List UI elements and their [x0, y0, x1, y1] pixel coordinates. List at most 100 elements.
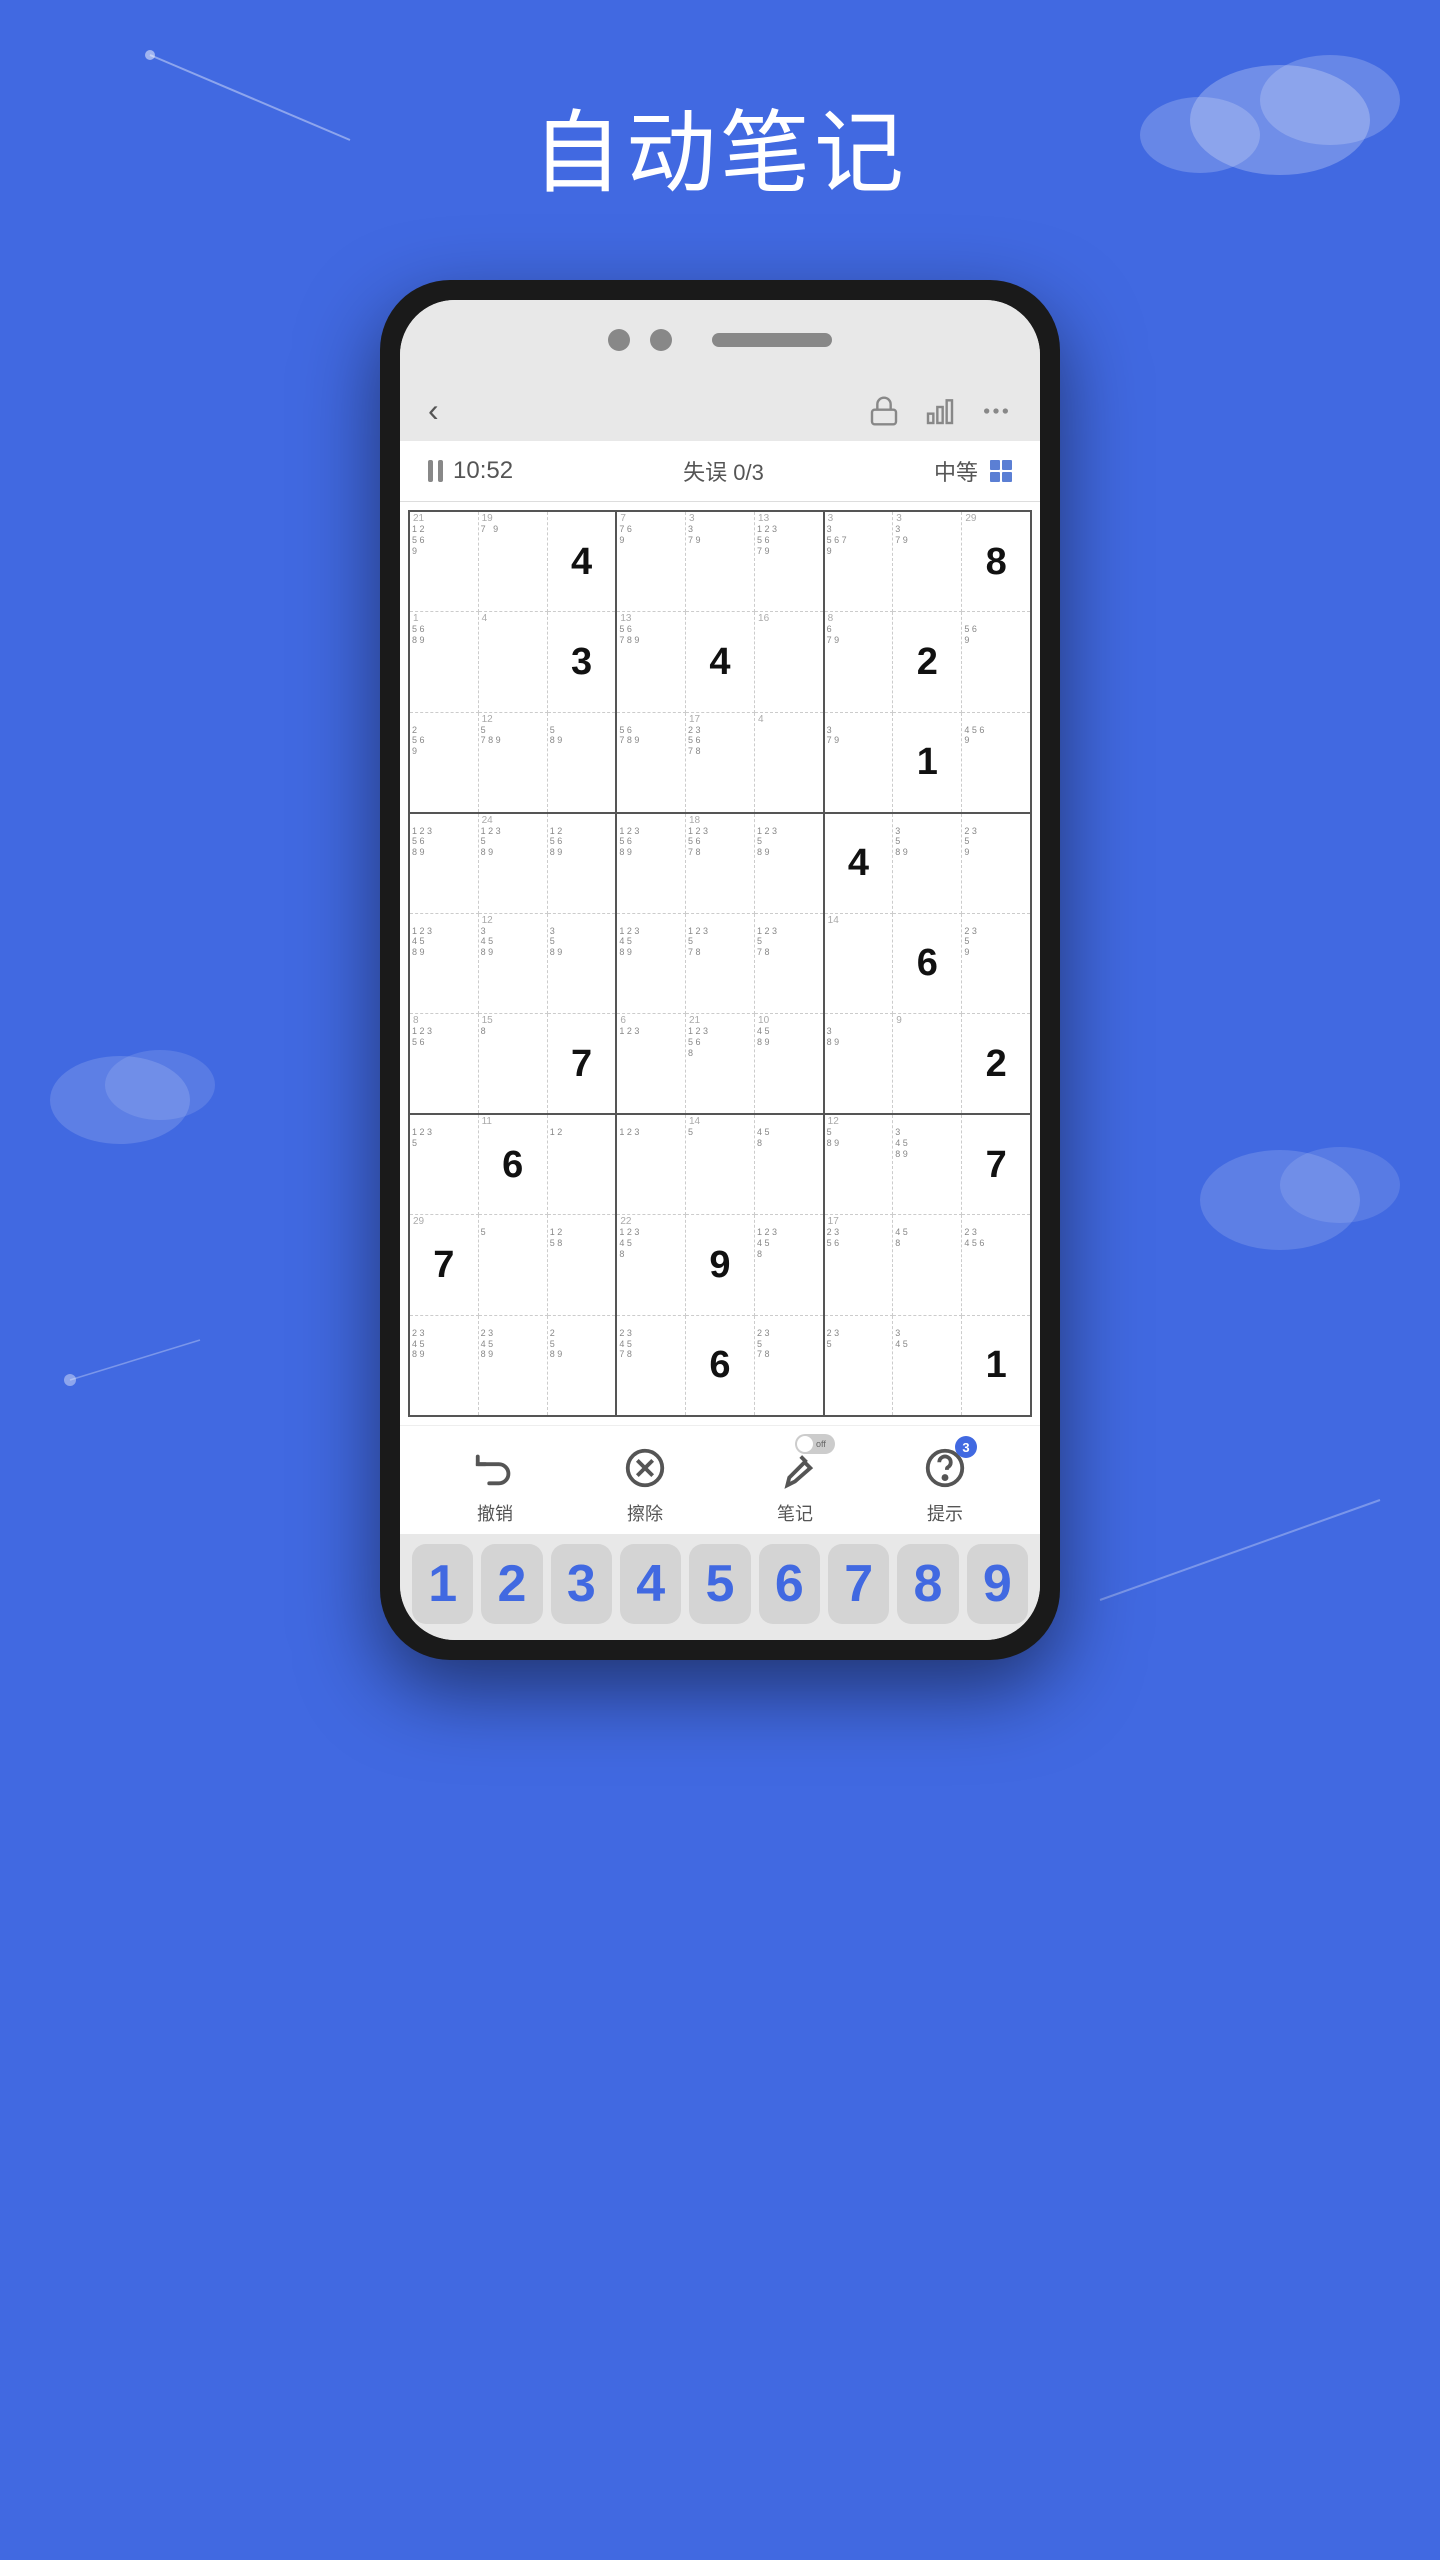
sudoku-cell-5-0[interactable]: 81 2 3 5 6 — [409, 1014, 478, 1115]
sudoku-cell-0-4[interactable]: 33 7 9 — [685, 511, 754, 612]
sudoku-cell-2-7[interactable]: 1 — [893, 712, 962, 813]
hints-button[interactable]: 3 提示 — [919, 1442, 971, 1526]
sudoku-cell-1-3[interactable]: 135 6 7 8 9 — [616, 612, 685, 713]
sudoku-cell-8-8[interactable]: 1 — [962, 1315, 1031, 1416]
num-btn-9[interactable]: 9 — [967, 1544, 1028, 1624]
sudoku-cell-8-2[interactable]: 2 5 8 9 — [547, 1315, 616, 1416]
sudoku-cell-0-2[interactable]: 4 — [547, 511, 616, 612]
sudoku-cell-1-1[interactable]: 4 — [478, 612, 547, 713]
sudoku-cell-6-5[interactable]: 4 5 8 — [755, 1114, 824, 1215]
num-btn-4[interactable]: 4 — [620, 1544, 681, 1624]
sudoku-cell-4-7[interactable]: 6 — [893, 913, 962, 1014]
sudoku-cell-2-2[interactable]: 5 8 9 — [547, 712, 616, 813]
sudoku-cell-7-2[interactable]: 1 2 5 8 — [547, 1215, 616, 1316]
num-btn-7[interactable]: 7 — [828, 1544, 889, 1624]
sudoku-cell-3-8[interactable]: 2 3 5 9 — [962, 813, 1031, 914]
pause-icon[interactable] — [428, 460, 443, 482]
num-btn-3[interactable]: 3 — [551, 1544, 612, 1624]
sudoku-cell-8-5[interactable]: 2 3 5 7 8 — [755, 1315, 824, 1416]
sudoku-cell-4-2[interactable]: 3 5 8 9 — [547, 913, 616, 1014]
sudoku-cell-3-0[interactable]: 1 2 3 5 6 8 9 — [409, 813, 478, 914]
sudoku-cell-1-7[interactable]: 2 — [893, 612, 962, 713]
sudoku-cell-3-5[interactable]: 1 2 3 5 8 9 — [755, 813, 824, 914]
sudoku-cell-5-8[interactable]: 2 — [962, 1014, 1031, 1115]
sudoku-cell-5-6[interactable]: 3 8 9 — [824, 1014, 893, 1115]
sudoku-cell-2-5[interactable]: 4 — [755, 712, 824, 813]
sudoku-cell-2-8[interactable]: 4 5 6 9 — [962, 712, 1031, 813]
sudoku-cell-8-0[interactable]: 2 3 4 5 8 9 — [409, 1315, 478, 1416]
sudoku-cell-0-3[interactable]: 77 6 9 — [616, 511, 685, 612]
sudoku-cell-2-1[interactable]: 125 7 8 9 — [478, 712, 547, 813]
sudoku-cell-8-1[interactable]: 2 3 4 5 8 9 — [478, 1315, 547, 1416]
sudoku-cell-4-5[interactable]: 1 2 3 5 7 8 — [755, 913, 824, 1014]
sudoku-cell-6-6[interactable]: 125 8 9 — [824, 1114, 893, 1215]
sudoku-cell-2-4[interactable]: 172 3 5 6 7 8 — [685, 712, 754, 813]
sudoku-cell-0-7[interactable]: 33 7 9 — [893, 511, 962, 612]
sudoku-cell-4-8[interactable]: 2 3 5 9 — [962, 913, 1031, 1014]
sudoku-cell-5-4[interactable]: 211 2 3 5 6 8 — [685, 1014, 754, 1115]
sudoku-cell-6-0[interactable]: 1 2 3 5 — [409, 1114, 478, 1215]
sudoku-cell-8-6[interactable]: 2 3 5 — [824, 1315, 893, 1416]
sudoku-cell-7-7[interactable]: 4 5 8 — [893, 1215, 962, 1316]
num-btn-6[interactable]: 6 — [759, 1544, 820, 1624]
notes-button[interactable]: off 笔记 — [769, 1442, 821, 1526]
sudoku-cell-5-7[interactable]: 9 — [893, 1014, 962, 1115]
sudoku-cell-6-4[interactable]: 145 — [685, 1114, 754, 1215]
sudoku-cell-1-2[interactable]: 3 — [547, 612, 616, 713]
sudoku-cell-4-4[interactable]: 1 2 3 5 7 8 — [685, 913, 754, 1014]
sudoku-cell-5-3[interactable]: 61 2 3 — [616, 1014, 685, 1115]
sudoku-cell-4-6[interactable]: 14 — [824, 913, 893, 1014]
sudoku-cell-4-3[interactable]: 1 2 3 4 5 8 9 — [616, 913, 685, 1014]
sudoku-cell-6-7[interactable]: 3 4 5 8 9 — [893, 1114, 962, 1215]
sudoku-cell-5-2[interactable]: 7 — [547, 1014, 616, 1115]
sudoku-cell-3-6[interactable]: 4 — [824, 813, 893, 914]
num-btn-1[interactable]: 1 — [412, 1544, 473, 1624]
sudoku-cell-5-1[interactable]: 158 — [478, 1014, 547, 1115]
sudoku-cell-3-3[interactable]: 1 2 3 5 6 8 9 — [616, 813, 685, 914]
sudoku-cell-2-6[interactable]: 3 7 9 — [824, 712, 893, 813]
sudoku-cell-8-3[interactable]: 2 3 4 5 7 8 — [616, 1315, 685, 1416]
back-button[interactable]: ‹ — [428, 392, 439, 429]
sudoku-cell-2-3[interactable]: 5 6 7 8 9 — [616, 712, 685, 813]
more-icon[interactable] — [980, 395, 1012, 427]
sudoku-cell-0-6[interactable]: 33 5 6 7 9 — [824, 511, 893, 612]
sudoku-cell-6-8[interactable]: 7 — [962, 1114, 1031, 1215]
sudoku-cell-3-7[interactable]: 3 5 8 9 — [893, 813, 962, 914]
sudoku-cell-7-5[interactable]: 1 2 3 4 5 8 — [755, 1215, 824, 1316]
sudoku-cell-3-1[interactable]: 241 2 3 5 8 9 — [478, 813, 547, 914]
undo-button[interactable]: 撤销 — [469, 1442, 521, 1526]
sudoku-cell-1-8[interactable]: 5 6 9 — [962, 612, 1031, 713]
sudoku-cell-0-5[interactable]: 131 2 3 5 6 7 9 — [755, 511, 824, 612]
sudoku-cell-0-8[interactable]: 829 — [962, 511, 1031, 612]
sudoku-cell-7-8[interactable]: 2 3 4 5 6 — [962, 1215, 1031, 1316]
chart-icon[interactable] — [924, 395, 956, 427]
sudoku-cell-1-0[interactable]: 15 6 8 9 — [409, 612, 478, 713]
sudoku-cell-3-2[interactable]: 1 2 5 6 8 9 — [547, 813, 616, 914]
sudoku-cell-3-4[interactable]: 181 2 3 5 6 7 8 — [685, 813, 754, 914]
sudoku-cell-7-1[interactable]: 5 — [478, 1215, 547, 1316]
sudoku-cell-6-1[interactable]: 611 — [478, 1114, 547, 1215]
num-btn-8[interactable]: 8 — [897, 1544, 958, 1624]
sudoku-cell-5-5[interactable]: 104 5 8 9 — [755, 1014, 824, 1115]
sudoku-cell-7-0[interactable]: 729 — [409, 1215, 478, 1316]
sudoku-cell-4-0[interactable]: 1 2 3 4 5 8 9 — [409, 913, 478, 1014]
sudoku-cell-6-3[interactable]: 1 2 3 — [616, 1114, 685, 1215]
sudoku-cell-7-6[interactable]: 172 3 5 6 — [824, 1215, 893, 1316]
sudoku-cell-8-7[interactable]: 3 4 5 — [893, 1315, 962, 1416]
num-btn-5[interactable]: 5 — [689, 1544, 750, 1624]
sudoku-cell-0-0[interactable]: 211 2 5 6 9 — [409, 511, 478, 612]
lock-icon[interactable] — [868, 395, 900, 427]
sudoku-cell-6-2[interactable]: 1 2 — [547, 1114, 616, 1215]
grid-view-icon[interactable] — [990, 460, 1012, 482]
sudoku-cell-1-5[interactable]: 16 — [755, 612, 824, 713]
notes-toggle[interactable]: off — [795, 1434, 835, 1454]
sudoku-cell-1-4[interactable]: 4 — [685, 612, 754, 713]
sudoku-cell-7-4[interactable]: 9 — [685, 1215, 754, 1316]
sudoku-cell-0-1[interactable]: 197 9 — [478, 511, 547, 612]
erase-button[interactable]: 擦除 — [619, 1442, 671, 1526]
sudoku-cell-2-0[interactable]: 2 5 6 9 — [409, 712, 478, 813]
sudoku-cell-7-3[interactable]: 221 2 3 4 5 8 — [616, 1215, 685, 1316]
sudoku-cell-4-1[interactable]: 123 4 5 8 9 — [478, 913, 547, 1014]
sudoku-cell-8-4[interactable]: 6 — [685, 1315, 754, 1416]
num-btn-2[interactable]: 2 — [481, 1544, 542, 1624]
